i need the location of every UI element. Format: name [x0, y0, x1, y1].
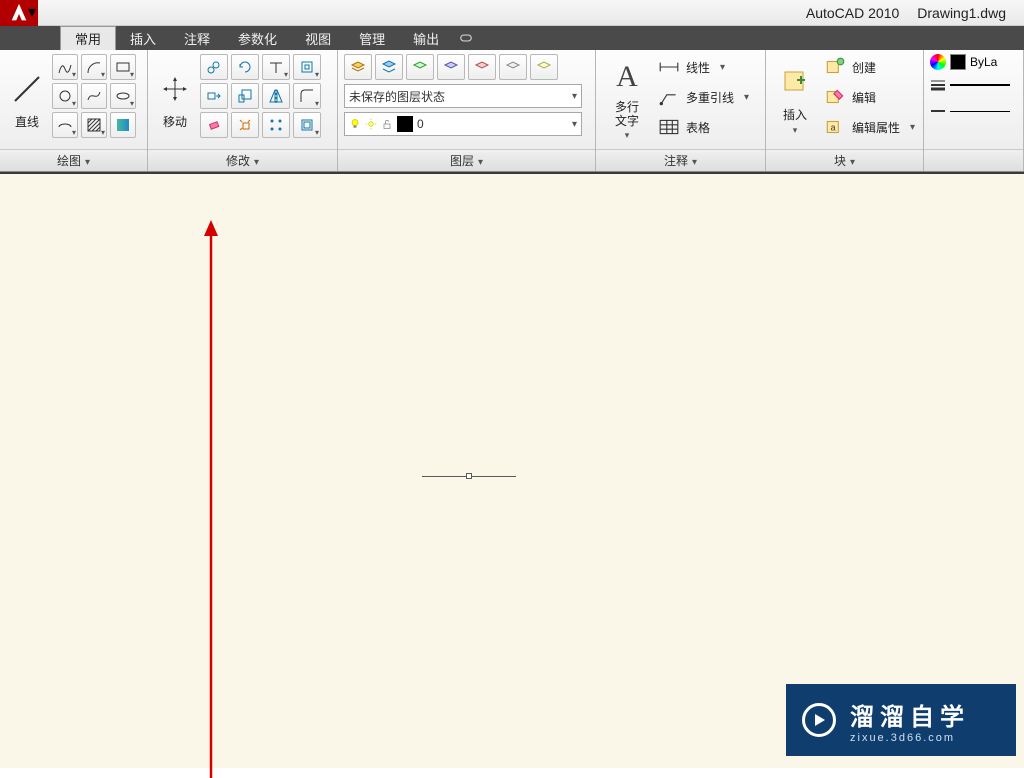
dimension-linear-button[interactable]: 线性▾ [658, 54, 749, 80]
layer-isolate-icon[interactable] [406, 54, 434, 80]
watermark-brand: 溜溜自学 [850, 697, 970, 732]
hatch-icon[interactable] [81, 112, 107, 138]
line-midpoint-grip[interactable] [466, 473, 472, 479]
panel-block: 插入 ▾ 创建 编辑 a 编辑属性▾ 块 [766, 50, 924, 171]
layer-states-icon[interactable] [375, 54, 403, 80]
ribbon: 直线 绘图 移动 [0, 50, 1024, 172]
drawing-canvas[interactable]: 溜溜自学 zixue.3d66.com [0, 174, 1024, 768]
rotate-icon[interactable] [231, 54, 259, 80]
panel-layer-title[interactable]: 图层 [338, 149, 595, 171]
explode-icon[interactable] [231, 112, 259, 138]
table-button[interactable]: 表格 [658, 114, 749, 140]
app-menu-button[interactable]: ▾ [0, 0, 38, 26]
scale-icon[interactable] [231, 83, 259, 109]
layer-state-combo[interactable]: 未保存的图层状态▾ [344, 84, 582, 108]
tab-output[interactable]: 输出 [399, 26, 453, 50]
panel-properties-title[interactable] [924, 149, 1023, 171]
gradient-icon[interactable] [110, 112, 136, 138]
document-title: Drawing1.dwg [917, 5, 1006, 21]
extend-icon[interactable] [293, 54, 321, 80]
lightbulb-icon [349, 118, 361, 130]
offset-icon[interactable] [293, 112, 321, 138]
fillet-icon[interactable] [293, 83, 321, 109]
mtext-button[interactable]: A 多行 文字 ▾ [602, 54, 652, 142]
move-button[interactable]: 移动 [154, 54, 196, 142]
app-title: AutoCAD 2010 [806, 5, 899, 21]
multileader-button[interactable]: 多重引线▾ [658, 84, 749, 110]
layer-freeze-icon[interactable] [437, 54, 465, 80]
lineweight-combo[interactable] [950, 74, 1010, 96]
tab-parametric[interactable]: 参数化 [224, 26, 291, 50]
color-wheel-icon[interactable] [930, 54, 946, 70]
panel-annotate-title[interactable]: 注释 [596, 149, 765, 171]
panel-draw-title[interactable]: 绘图 [0, 149, 147, 171]
linetype-combo[interactable] [950, 100, 1010, 122]
linetype-icon[interactable] [930, 103, 946, 119]
arc-icon[interactable] [81, 54, 107, 80]
trim-icon[interactable] [262, 54, 290, 80]
ellipse-icon[interactable] [110, 83, 136, 109]
layer-lock-icon[interactable] [499, 54, 527, 80]
stretch-icon[interactable] [200, 83, 228, 109]
lock-open-icon [381, 118, 393, 130]
watermark-url: zixue.3d66.com [850, 732, 970, 744]
panel-modify-title[interactable]: 修改 [148, 149, 337, 171]
svg-text:a: a [831, 122, 836, 132]
current-layer-combo[interactable]: 0▾ [344, 112, 582, 136]
panel-modify: 移动 修改 [148, 50, 338, 171]
block-create-button[interactable]: 创建 [824, 54, 915, 80]
circle-icon[interactable] [52, 83, 78, 109]
spline-icon[interactable] [81, 83, 107, 109]
tab-annotate[interactable]: 注释 [170, 26, 224, 50]
line-button[interactable]: 直线 [6, 54, 48, 142]
layer-color-swatch [397, 116, 413, 132]
tab-insert[interactable]: 插入 [116, 26, 170, 50]
current-color-swatch[interactable] [950, 54, 966, 70]
layer-properties-icon[interactable] [344, 54, 372, 80]
lineweight-icon[interactable] [930, 77, 946, 93]
panel-block-title[interactable]: 块 [766, 149, 923, 171]
rectangle-icon[interactable] [110, 54, 136, 80]
erase-icon[interactable] [200, 112, 228, 138]
polyline-icon[interactable] [52, 54, 78, 80]
layer-match-icon[interactable] [530, 54, 558, 80]
block-edit-button[interactable]: 编辑 [824, 84, 915, 110]
annotation-arrow [201, 220, 221, 778]
sun-icon [365, 118, 377, 130]
ribbon-tabs: 常用 插入 注释 参数化 视图 管理 输出 [0, 26, 1024, 50]
ellipse-arc-icon[interactable] [52, 112, 78, 138]
copy-icon[interactable] [200, 54, 228, 80]
panel-properties: ByLa [924, 50, 1024, 171]
block-edit-attributes-button[interactable]: a 编辑属性▾ [824, 114, 915, 140]
color-bylayer-label: ByLa [970, 55, 997, 69]
tab-view[interactable]: 视图 [291, 26, 345, 50]
tab-manage[interactable]: 管理 [345, 26, 399, 50]
layer-off-icon[interactable] [468, 54, 496, 80]
ribbon-search-icon[interactable] [453, 26, 479, 50]
panel-annotate: A 多行 文字 ▾ 线性▾ 多重引线▾ 表格 注释 [596, 50, 766, 171]
panel-layer: 未保存的图层状态▾ 0▾ 图层 [338, 50, 596, 171]
play-icon [802, 703, 836, 737]
title-bar: ▾ AutoCAD 2010 Drawing1.dwg [0, 0, 1024, 26]
array-icon[interactable] [262, 112, 290, 138]
insert-block-button[interactable]: 插入 ▾ [772, 54, 818, 142]
panel-draw: 直线 绘图 [0, 50, 148, 171]
tab-home[interactable]: 常用 [60, 26, 116, 50]
mirror-icon[interactable] [262, 83, 290, 109]
watermark: 溜溜自学 zixue.3d66.com [786, 684, 1016, 756]
